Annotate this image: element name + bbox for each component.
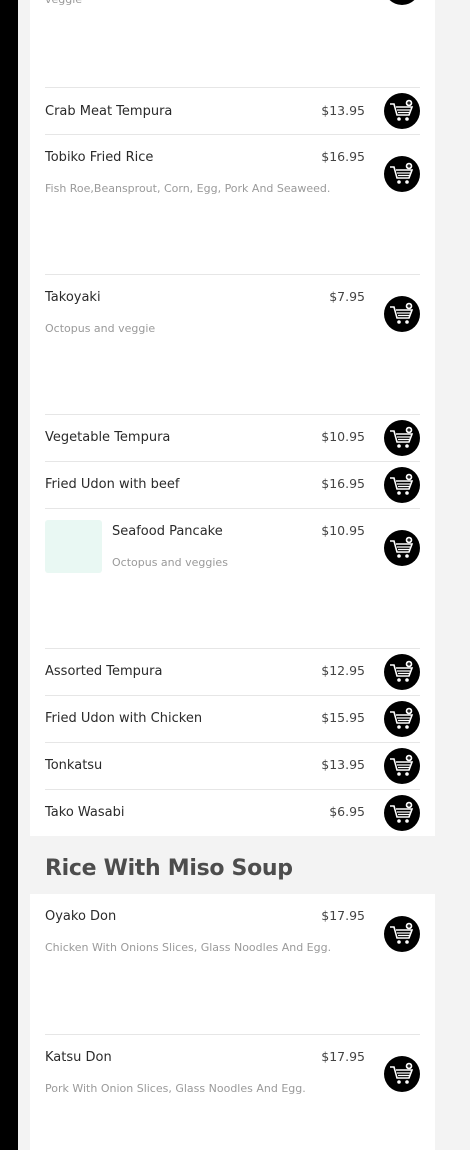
item-price: $12.95 xyxy=(321,663,365,678)
item-description: Chicken With Onions Slices, Glass Noodle… xyxy=(45,941,332,954)
item-name: Fried Udon with beef xyxy=(45,477,180,492)
item-name: Seafood Pancake xyxy=(112,524,223,539)
item-name: Tobiko Fried Rice xyxy=(45,150,154,165)
item-name: Assorted Tempura xyxy=(45,664,163,679)
add-to-cart-button[interactable] xyxy=(384,296,420,332)
menu-item[interactable]: Seafood Pancake $10.95 Octopus and veggi… xyxy=(45,508,420,648)
add-to-cart-button[interactable] xyxy=(384,420,420,456)
cart-plus-icon xyxy=(390,162,414,184)
menu-item[interactable]: Fried Udon with Chicken $15.95 xyxy=(45,695,420,742)
item-name: Crab Meat Tempura xyxy=(45,104,173,119)
menu-item[interactable]: Takoyaki $7.95 Octopus and veggie xyxy=(45,274,420,414)
item-price: $7.95 xyxy=(329,289,365,304)
add-to-cart-button[interactable] xyxy=(384,916,420,952)
item-name: Tonkatsu xyxy=(45,758,103,773)
item-name: Takoyaki xyxy=(45,290,101,305)
item-price: $17.95 xyxy=(321,908,365,923)
item-name: Katsu Don xyxy=(45,1050,112,1065)
cart-plus-icon xyxy=(390,99,414,121)
menu-item[interactable]: Katsu Don $17.95 Pork With Onion Slices,… xyxy=(45,1034,420,1150)
menu-item[interactable]: Oyako Don $17.95 Chicken With Onions Sli… xyxy=(45,894,420,1034)
left-gutter xyxy=(18,0,30,1150)
item-name: Tako Wasabi xyxy=(45,805,125,820)
cart-plus-icon xyxy=(390,1062,414,1084)
menu-item[interactable]: Tobiko Fried Rice $16.95 Fish Roe,Beansp… xyxy=(45,134,420,274)
right-gutter xyxy=(435,0,470,1150)
menu-item[interactable]: Tako Wasabi $6.95 xyxy=(45,789,420,836)
item-description: Pork With Onion Slices, Glass Noodles An… xyxy=(45,1082,306,1095)
cart-plus-icon xyxy=(390,426,414,448)
item-description: Octopus and veggies xyxy=(112,556,228,569)
item-price: $10.95 xyxy=(321,429,365,444)
cart-plus-icon xyxy=(390,536,414,558)
cart-plus-icon xyxy=(390,473,414,495)
add-to-cart-button[interactable] xyxy=(384,0,420,5)
item-description: Fish Roe,Beansprout, Corn, Egg, Pork And… xyxy=(45,182,331,195)
add-to-cart-button[interactable] xyxy=(384,1056,420,1092)
add-to-cart-button[interactable] xyxy=(384,467,420,503)
item-price: $16.95 xyxy=(321,476,365,491)
cart-plus-icon xyxy=(390,302,414,324)
cart-plus-icon xyxy=(390,922,414,944)
item-description: Octopus and veggie xyxy=(45,322,156,335)
item-price: $13.95 xyxy=(321,103,365,118)
add-to-cart-button[interactable] xyxy=(384,93,420,129)
left-black-bar xyxy=(0,0,18,1150)
menu-item[interactable]: Assorted Tempura $12.95 xyxy=(45,648,420,695)
item-price: $16.95 xyxy=(321,149,365,164)
section-title: Rice With Miso Soup xyxy=(45,856,293,881)
cart-plus-icon xyxy=(390,707,414,729)
item-price: $10.95 xyxy=(321,523,365,538)
menu-item[interactable]: Tonkatsu $13.95 xyxy=(45,742,420,789)
menu-item[interactable]: Vegetable Tempura $10.95 xyxy=(45,414,420,461)
menu-item[interactable]: Crab Meat Tempura $13.95 xyxy=(45,87,420,134)
item-description: veggie xyxy=(45,0,82,6)
item-name: Fried Udon with Chicken xyxy=(45,711,203,726)
item-price: $13.95 xyxy=(321,757,365,772)
add-to-cart-button[interactable] xyxy=(384,654,420,690)
cart-plus-icon xyxy=(390,754,414,776)
item-price: $15.95 xyxy=(321,710,365,725)
menu-card-appetizers: veggie Crab Meat Tempura $13.95 Tobiko F… xyxy=(30,0,435,836)
item-name: Vegetable Tempura xyxy=(45,430,171,445)
menu-item-partial: veggie xyxy=(45,0,420,87)
add-to-cart-button[interactable] xyxy=(384,156,420,192)
item-price: $6.95 xyxy=(329,804,365,819)
section-header: Rice With Miso Soup xyxy=(30,836,435,894)
item-name: Oyako Don xyxy=(45,909,117,924)
item-image-placeholder xyxy=(45,520,102,573)
add-to-cart-button[interactable] xyxy=(384,795,420,831)
cart-plus-icon xyxy=(390,660,414,682)
item-price: $17.95 xyxy=(321,1049,365,1064)
menu-card-rice: Oyako Don $17.95 Chicken With Onions Sli… xyxy=(30,894,435,1150)
menu-item[interactable]: Fried Udon with beef $16.95 xyxy=(45,461,420,508)
add-to-cart-button[interactable] xyxy=(384,701,420,737)
add-to-cart-button[interactable] xyxy=(384,748,420,784)
cart-plus-icon xyxy=(390,801,414,823)
add-to-cart-button[interactable] xyxy=(384,530,420,566)
